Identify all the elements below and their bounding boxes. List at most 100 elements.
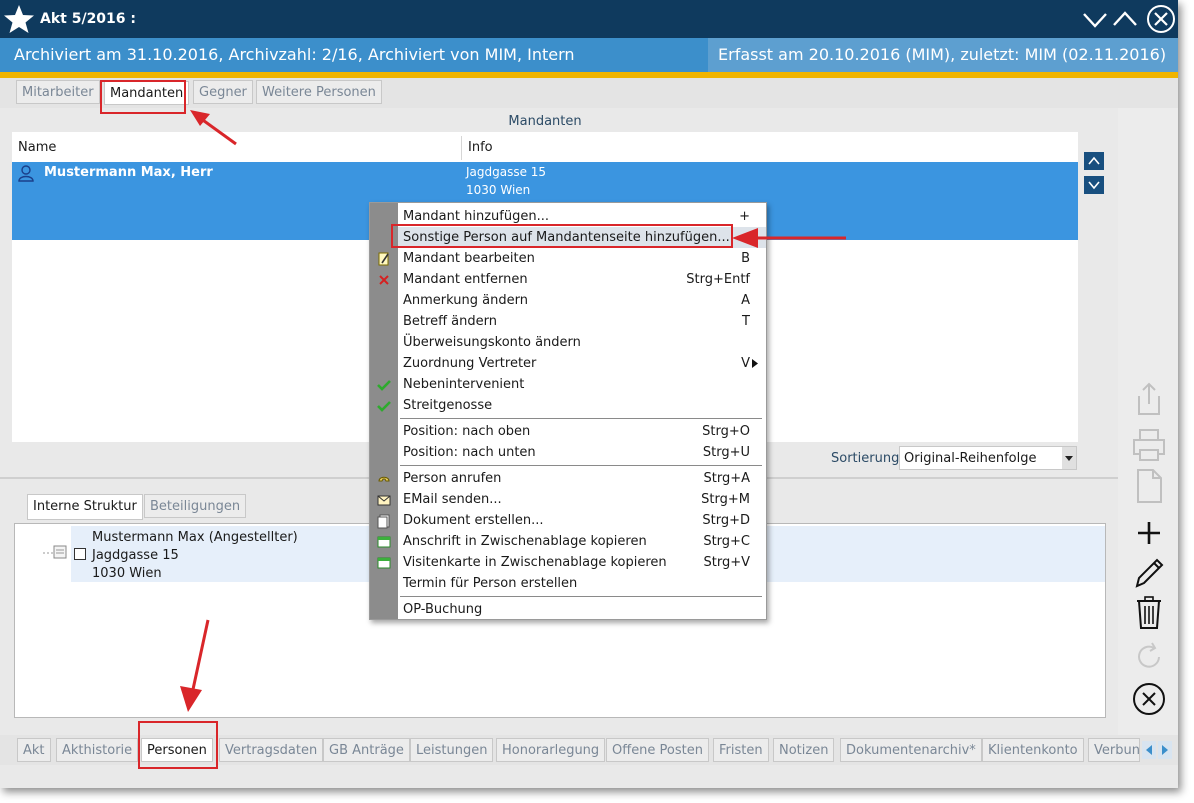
menu-item-shortcut: V xyxy=(741,356,750,371)
menu-item-shortcut: Strg+D xyxy=(702,513,750,528)
tab-interne-struktur[interactable]: Interne Struktur xyxy=(27,494,143,520)
close-circle-icon[interactable] xyxy=(1130,680,1168,718)
menu-item-label: Visitenkarte in Zwischenablage kopieren xyxy=(403,555,667,570)
add-icon[interactable] xyxy=(1130,514,1168,552)
panel-title: Mandanten xyxy=(12,112,1078,132)
chevron-down-icon[interactable] xyxy=(1082,6,1108,32)
tab-leistungen[interactable]: Leistungen xyxy=(410,738,494,762)
menu-item-dokument-erstellen[interactable]: Dokument erstellen... Strg+D xyxy=(398,510,766,531)
org-card-icon xyxy=(43,545,67,559)
menu-separator xyxy=(400,596,762,597)
menu-item-mandant-bearbeiten[interactable]: Mandant bearbeiten B xyxy=(398,248,766,269)
sort-select[interactable]: Original-Reihenfolge xyxy=(899,446,1077,470)
tab-mitarbeiter[interactable]: Mitarbeiter xyxy=(16,80,100,104)
tab-offene-posten[interactable]: Offene Posten xyxy=(606,738,709,762)
menu-item-mandant-entfernen[interactable]: Mandant entfernen Strg+Entf xyxy=(398,269,766,290)
tab-verbund[interactable]: Verbun xyxy=(1088,738,1140,762)
move-down-button[interactable] xyxy=(1084,176,1104,194)
menu-item-op-buchung[interactable]: OP-Buchung xyxy=(398,599,766,620)
tab-klientenkonto[interactable]: Klientenkonto xyxy=(982,738,1084,762)
tab-akthistorie[interactable]: Akthistorie xyxy=(56,738,139,762)
struktur-city: 1030 Wien xyxy=(92,566,162,581)
phone-icon xyxy=(378,476,390,482)
menu-item-label: Mandant hinzufügen... xyxy=(403,209,549,224)
tab-fristen[interactable]: Fristen xyxy=(713,738,769,762)
menu-item-label: Mandant entfernen xyxy=(403,272,528,287)
menu-item-label: Person anrufen xyxy=(403,471,502,486)
business-card-icon xyxy=(377,557,391,569)
menu-item-anmerkung-aendern[interactable]: Anmerkung ändern A xyxy=(398,290,766,311)
export-icon[interactable] xyxy=(1130,380,1168,418)
new-document-icon[interactable] xyxy=(1130,468,1168,506)
menu-item-label: Überweisungskonto ändern xyxy=(403,335,581,350)
refresh-icon[interactable] xyxy=(1130,638,1168,676)
context-menu: Mandant hinzufügen... + Sonstige Person … xyxy=(369,202,767,620)
tab-beteiligungen[interactable]: Beteiligungen xyxy=(144,494,247,518)
annotation-box-menu-item xyxy=(391,224,733,248)
move-up-button[interactable] xyxy=(1084,152,1104,170)
menu-item-label: Betreff ändern xyxy=(403,314,497,329)
menu-item-position-oben[interactable]: Position: nach oben Strg+O xyxy=(398,421,766,442)
struktur-checkbox[interactable] xyxy=(74,548,86,560)
trash-icon[interactable] xyxy=(1130,594,1168,632)
chevron-up-icon[interactable] xyxy=(1112,6,1138,32)
menu-item-termin-erstellen[interactable]: Termin für Person erstellen xyxy=(398,573,766,594)
tabs-scroll-right-button[interactable] xyxy=(1158,741,1172,759)
close-icon[interactable] xyxy=(1146,4,1176,34)
submenu-arrow-icon xyxy=(752,359,758,368)
menu-item-betreff-aendern[interactable]: Betreff ändern T xyxy=(398,311,766,332)
menu-separator xyxy=(400,465,762,466)
address-card-icon xyxy=(377,536,391,548)
column-divider xyxy=(461,136,462,160)
menu-item-label: Anschrift in Zwischenablage kopieren xyxy=(403,534,647,549)
title-bar: Akt 5/2016 : xyxy=(0,0,1178,38)
tab-gb-antraege[interactable]: GB Anträge xyxy=(323,738,410,762)
tab-honorarlegung[interactable]: Honorarlegung xyxy=(496,738,606,762)
menu-item-label: Anmerkung ändern xyxy=(403,293,528,308)
menu-item-label: Streitgenosse xyxy=(403,398,493,413)
menu-item-ueberweisungskonto[interactable]: Überweisungskonto ändern xyxy=(398,332,766,353)
struktur-street: Jagdgasse 15 xyxy=(92,548,179,563)
menu-item-label: Position: nach oben xyxy=(403,424,531,439)
menu-item-zuordnung-vertreter[interactable]: Zuordnung Vertreter V xyxy=(398,353,766,374)
mandant-name: Mustermann Max, Herr xyxy=(44,165,213,180)
annotation-arrow-icon xyxy=(190,110,237,146)
tab-gegner[interactable]: Gegner xyxy=(193,80,253,104)
chevron-up-icon xyxy=(1088,156,1100,165)
envelope-icon xyxy=(377,495,391,506)
tab-dokumentenarchiv[interactable]: Dokumentenarchiv* xyxy=(840,738,982,762)
sort-label: Sortierung xyxy=(831,451,900,466)
menu-item-position-unten[interactable]: Position: nach unten Strg+U xyxy=(398,442,766,463)
annotation-box-mandanten xyxy=(100,80,186,114)
menu-item-label: Mandant bearbeiten xyxy=(403,251,535,266)
menu-item-email-senden[interactable]: EMail senden... Strg+M xyxy=(398,489,766,510)
tab-weitere-personen[interactable]: Weitere Personen xyxy=(256,80,382,104)
menu-item-label: Dokument erstellen... xyxy=(403,513,544,528)
tabs-scroll-left-button[interactable] xyxy=(1142,741,1156,759)
akt-window: Akt 5/2016 : Archiviert am 31.10.2016, A… xyxy=(0,0,1178,788)
menu-item-visitenkarte-kopieren[interactable]: Visitenkarte in Zwischenablage kopieren … xyxy=(398,552,766,573)
tab-akt[interactable]: Akt xyxy=(17,738,51,762)
menu-item-label: Nebenintervenient xyxy=(403,377,525,392)
window-title: Akt 5/2016 : xyxy=(40,11,137,27)
archive-info: Archiviert am 31.10.2016, Archivzahl: 2/… xyxy=(14,45,575,64)
annotation-arrow-icon xyxy=(180,619,210,712)
column-header-name[interactable]: Name xyxy=(18,136,56,160)
menu-item-nebenintervenient[interactable]: Nebenintervenient xyxy=(398,374,766,395)
mandant-city: 1030 Wien xyxy=(466,183,531,197)
menu-item-shortcut: Strg+A xyxy=(703,471,750,486)
menu-item-anschrift-kopieren[interactable]: Anschrift in Zwischenablage kopieren Str… xyxy=(398,531,766,552)
column-header-info[interactable]: Info xyxy=(468,136,493,160)
printer-icon[interactable] xyxy=(1130,426,1168,464)
menu-item-streitgenosse[interactable]: Streitgenosse xyxy=(398,395,766,416)
edit-pencil-icon[interactable] xyxy=(1130,554,1168,592)
tab-notizen[interactable]: Notizen xyxy=(773,738,835,762)
struktur-name: Mustermann Max (Angestellter) xyxy=(92,530,298,545)
star-icon[interactable] xyxy=(3,3,35,35)
menu-item-shortcut: + xyxy=(739,209,750,224)
menu-item-shortcut: A xyxy=(741,293,750,308)
menu-item-person-anrufen[interactable]: Person anrufen Strg+A xyxy=(398,468,766,489)
record-info: Erfasst am 20.10.2016 (MIM), zuletzt: MI… xyxy=(708,38,1178,72)
tab-vertragsdaten[interactable]: Vertragsdaten xyxy=(219,738,324,762)
menu-item-label: EMail senden... xyxy=(403,492,502,507)
